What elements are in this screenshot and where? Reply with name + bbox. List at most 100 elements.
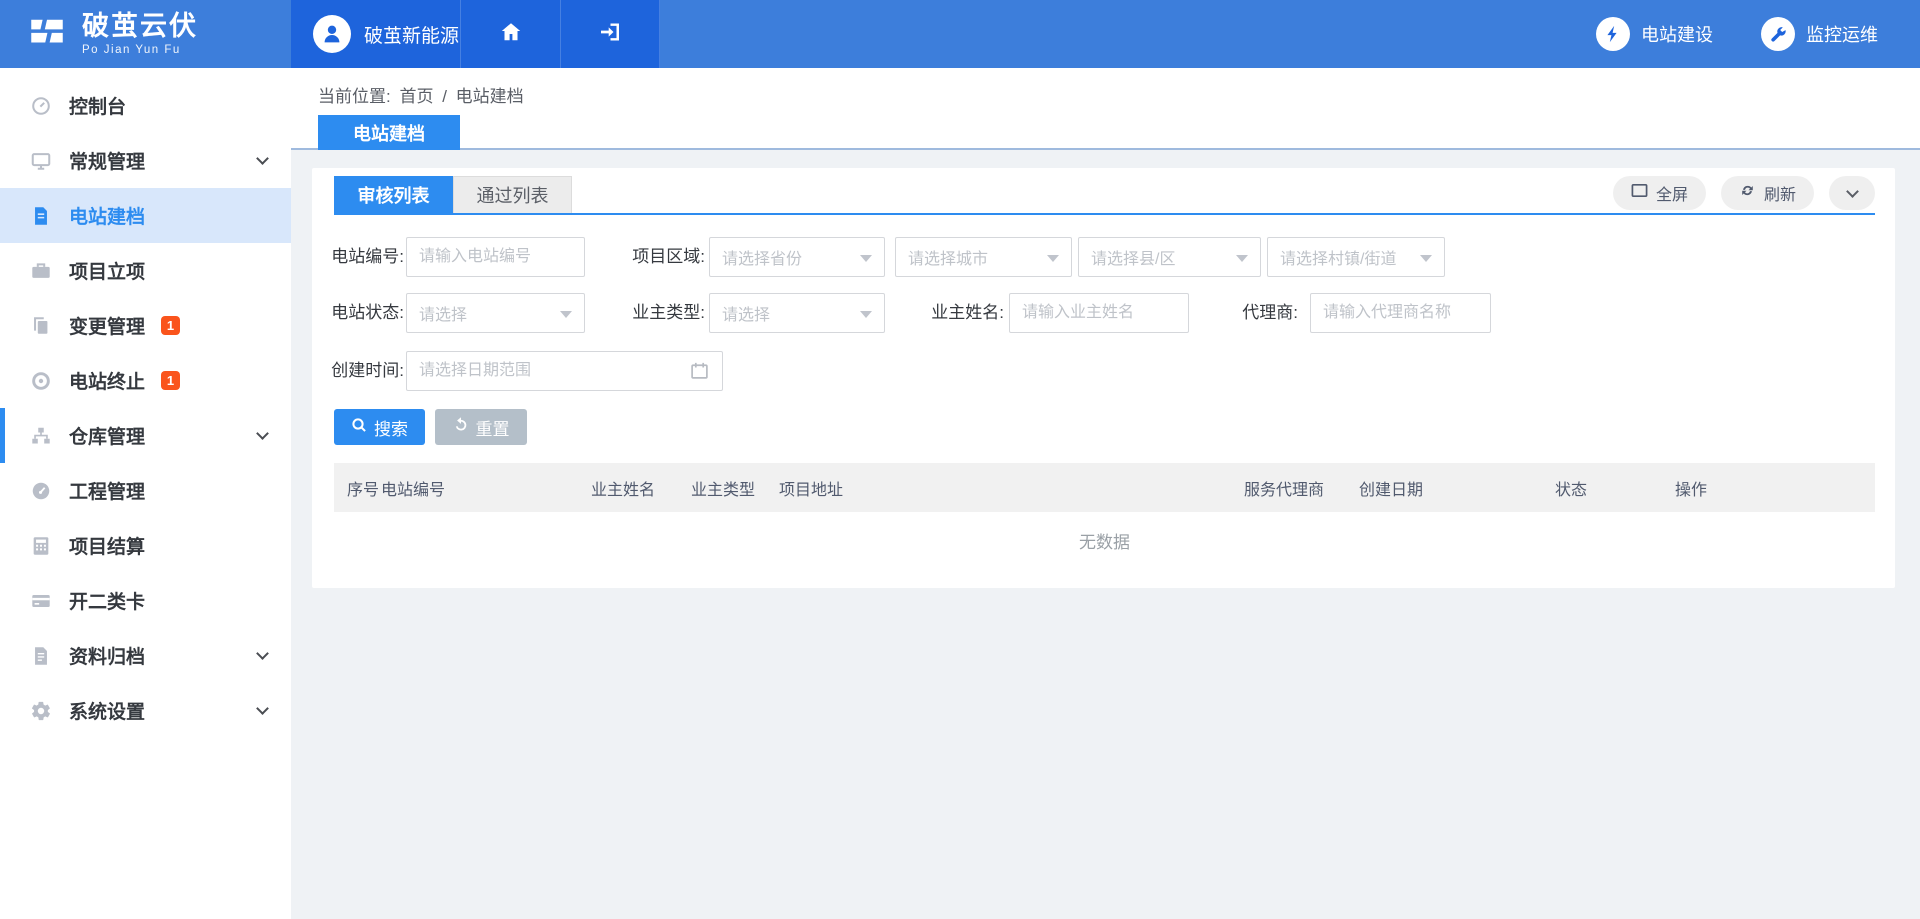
column-header: 序号 xyxy=(347,476,381,500)
reset-button[interactable]: 重置 xyxy=(435,409,527,445)
user-name: 破茧新能源 xyxy=(364,21,459,48)
empty-state-text: 无数据 xyxy=(334,528,1875,553)
owner-name-label: 业主姓名: xyxy=(872,293,1004,333)
refresh-icon xyxy=(1739,182,1756,204)
breadcrumb-strip: 当前位置: 首页 / 电站建档 电站建档 xyxy=(291,68,1920,150)
sidebar-item-label: 仓库管理 xyxy=(69,422,145,449)
chevron-down-icon xyxy=(256,427,269,440)
breadcrumb-home-link[interactable]: 首页 xyxy=(399,87,433,106)
sidebar-item-label: 工程管理 xyxy=(69,477,145,504)
province-select[interactable]: 请选择省份 xyxy=(709,237,885,277)
station-no-input[interactable] xyxy=(406,237,585,277)
fullscreen-icon xyxy=(1631,183,1648,203)
archive-icon xyxy=(30,645,52,667)
sidebar-item-label: 项目结算 xyxy=(69,532,145,559)
station-status-label: 电站状态: xyxy=(312,293,404,333)
column-header: 服务代理商 xyxy=(1244,476,1359,500)
breadcrumb-label: 当前位置: xyxy=(318,87,391,106)
station-no-label: 电站编号: xyxy=(312,237,404,277)
brand: 破茧云伏 Po Jian Yun Fu xyxy=(0,0,291,68)
column-header: 电站编号 xyxy=(381,476,591,500)
sidebar-item-project-settlement[interactable]: 项目结算 xyxy=(0,518,291,573)
sidebar-item-label: 项目立项 xyxy=(69,257,145,284)
refresh-button[interactable]: 刷新 xyxy=(1721,176,1814,210)
login-button[interactable] xyxy=(560,0,660,68)
lightning-icon xyxy=(1596,17,1630,51)
user-chip[interactable]: 破茧新能源 xyxy=(291,0,460,68)
sidebar-item-label: 控制台 xyxy=(69,92,126,119)
sidebar-item-change-mgmt[interactable]: 变更管理 1 xyxy=(0,298,291,353)
record-icon xyxy=(30,370,52,392)
page-tab-station-archive[interactable]: 电站建档 xyxy=(318,115,460,150)
sidebar-item-station-terminate[interactable]: 电站终止 1 xyxy=(0,353,291,408)
sidebar-item-data-archive[interactable]: 资料归档 xyxy=(0,628,291,683)
nav-label: 电站建设 xyxy=(1641,21,1713,47)
header-right-nav: 电站建设 监控运维 xyxy=(1596,0,1920,68)
gauge-icon xyxy=(30,480,52,502)
sidebar-item-system-settings[interactable]: 系统设置 xyxy=(0,683,291,738)
brand-logo-icon xyxy=(26,11,68,58)
sidebar-item-label: 电站终止 xyxy=(69,367,145,394)
tab-review-list[interactable]: 审核列表 xyxy=(334,176,453,213)
sidebar-item-general-mgmt[interactable]: 常规管理 xyxy=(0,133,291,188)
sidebar-item-station-archive[interactable]: 电站建档 xyxy=(0,188,291,243)
nav-station-build[interactable]: 电站建设 xyxy=(1596,17,1713,51)
search-label: 搜索 xyxy=(374,415,408,440)
refresh-label: 刷新 xyxy=(1764,181,1796,205)
sidebar-item-label: 常规管理 xyxy=(69,147,145,174)
panel-card: 审核列表 通过列表 全屏 刷新 xyxy=(312,168,1895,588)
sidebar-item-project-initiation[interactable]: 项目立项 xyxy=(0,243,291,298)
brand-text: 破茧云伏 Po Jian Yun Fu xyxy=(82,12,198,55)
panel-tabs: 审核列表 通过列表 全屏 刷新 xyxy=(334,176,1875,215)
briefcase-icon xyxy=(30,260,52,282)
header-middle: 破茧新能源 xyxy=(291,0,660,68)
document-icon xyxy=(30,205,52,227)
chevron-down-icon xyxy=(256,647,269,660)
gear-icon xyxy=(30,700,52,722)
sidebar-item-label: 电站建档 xyxy=(69,202,145,229)
column-header: 状态 xyxy=(1555,476,1675,500)
sidebar-item-engineering-mgmt[interactable]: 工程管理 xyxy=(0,463,291,518)
city-select[interactable]: 请选择城市 xyxy=(895,237,1072,277)
sitemap-icon xyxy=(30,425,52,447)
home-button[interactable] xyxy=(460,0,560,68)
chevron-down-icon xyxy=(1846,185,1859,198)
search-icon xyxy=(351,417,367,438)
files-icon xyxy=(30,315,52,337)
nav-monitor-ops[interactable]: 监控运维 xyxy=(1761,17,1878,51)
breadcrumb-separator: / xyxy=(442,87,447,106)
notification-badge: 1 xyxy=(161,371,180,390)
nav-label: 监控运维 xyxy=(1806,21,1878,47)
table-header: 序号 电站编号 业主姓名 业主类型 项目地址 服务代理商 创建日期 状态 操作 xyxy=(334,463,1875,512)
chevron-down-icon xyxy=(256,702,269,715)
tab-passed-list[interactable]: 通过列表 xyxy=(453,176,572,213)
notification-badge: 1 xyxy=(161,316,180,335)
sidebar-item-open-card[interactable]: 开二类卡 xyxy=(0,573,291,628)
fullscreen-button[interactable]: 全屏 xyxy=(1613,176,1706,210)
sidebar-item-console[interactable]: 控制台 xyxy=(0,78,291,133)
county-select[interactable]: 请选择县/区 xyxy=(1078,237,1261,277)
station-status-select[interactable]: 请选择 xyxy=(406,293,585,333)
reset-label: 重置 xyxy=(476,415,510,440)
date-range-input[interactable] xyxy=(406,351,723,391)
town-select[interactable]: 请选择村镇/街道 xyxy=(1267,237,1445,277)
created-time-label: 创建时间: xyxy=(312,351,404,391)
avatar xyxy=(313,15,351,53)
login-icon xyxy=(598,20,622,49)
chevron-down-icon xyxy=(256,152,269,165)
collapse-button[interactable] xyxy=(1829,176,1875,210)
brand-title: 破茧云伏 xyxy=(82,12,198,40)
dashboard-icon xyxy=(30,95,52,117)
agent-input[interactable] xyxy=(1310,293,1491,333)
column-header: 项目地址 xyxy=(779,476,1244,500)
owner-type-select[interactable]: 请选择 xyxy=(709,293,885,333)
region-label: 项目区域: xyxy=(592,237,705,277)
search-button[interactable]: 搜索 xyxy=(334,409,425,445)
owner-type-label: 业主类型: xyxy=(592,293,705,333)
sidebar-item-warehouse-mgmt[interactable]: 仓库管理 xyxy=(0,408,291,463)
owner-name-input[interactable] xyxy=(1009,293,1189,333)
panel-toolbar: 全屏 刷新 xyxy=(1613,176,1875,213)
main-content: 当前位置: 首页 / 电站建档 电站建档 审核列表 通过列表 全屏 xyxy=(291,68,1920,919)
app-header: 破茧云伏 Po Jian Yun Fu 破茧新能源 xyxy=(0,0,1920,68)
column-header: 业主类型 xyxy=(691,476,779,500)
